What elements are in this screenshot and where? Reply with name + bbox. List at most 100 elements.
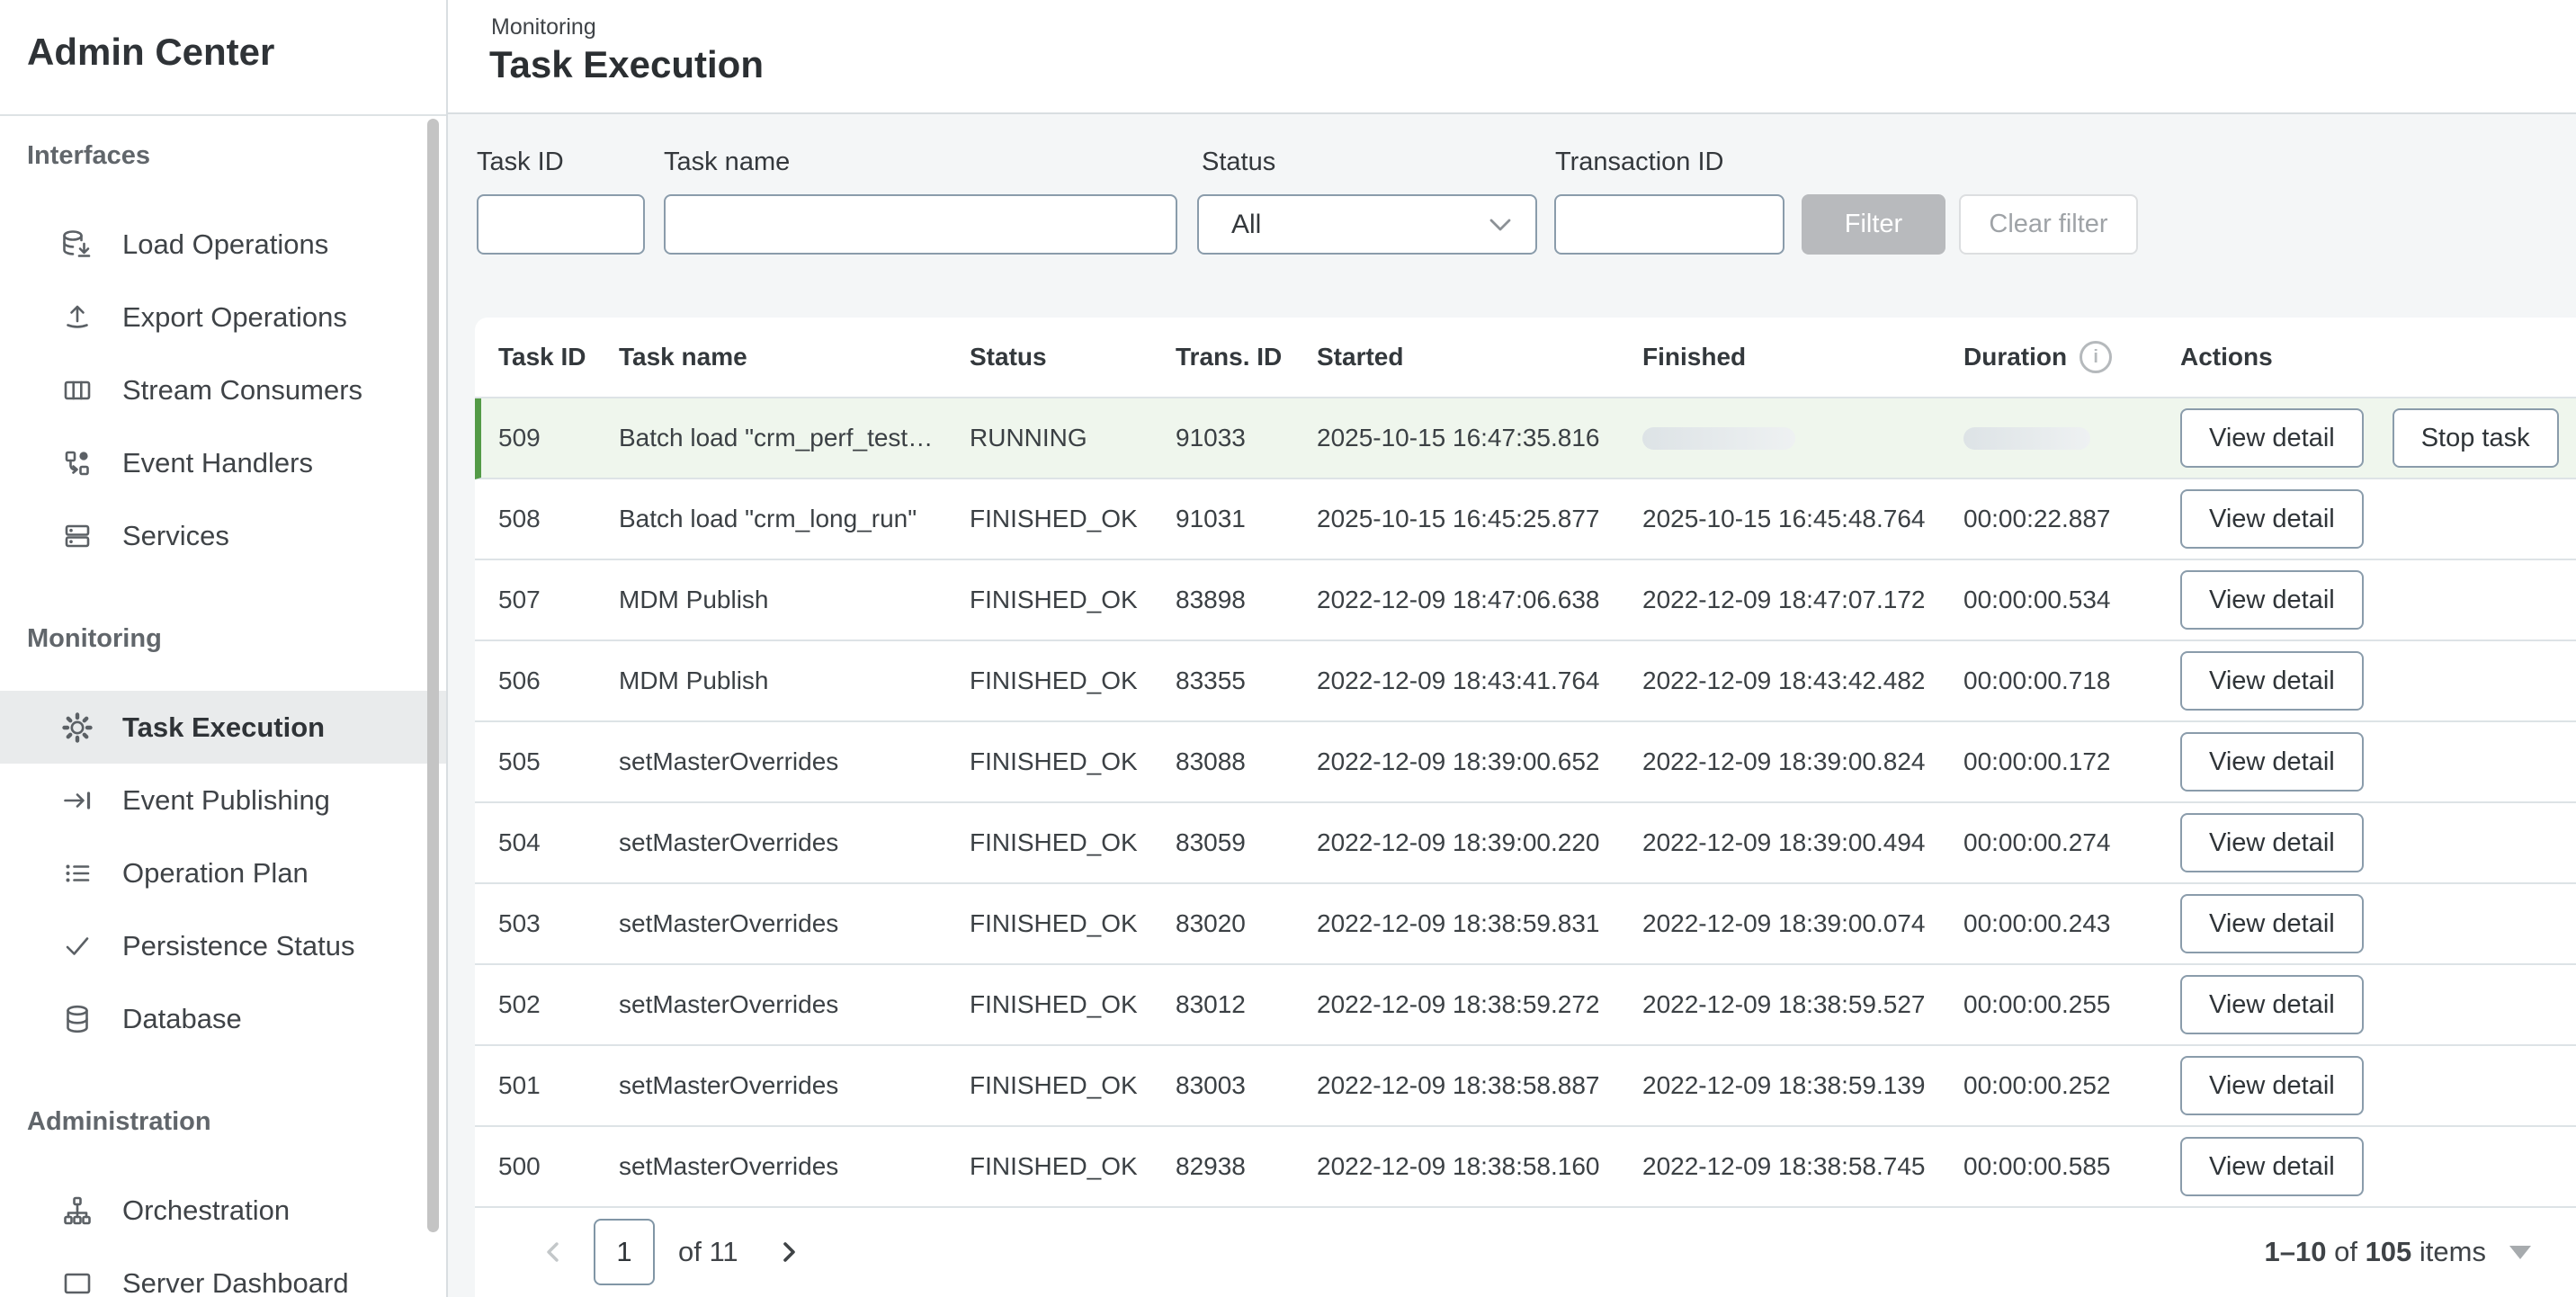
task-name-cell: Batch load "crm_long_run" (619, 505, 970, 533)
view-detail-button[interactable]: View detail (2180, 651, 2364, 711)
next-page-button[interactable] (771, 1234, 807, 1270)
info-icon[interactable]: i (2080, 341, 2112, 373)
nav-group: Monitoring Task Execution Event Publishi… (0, 622, 446, 1055)
task-id-link[interactable]: 503 (498, 909, 541, 938)
app-title: Admin Center (27, 31, 274, 74)
transaction-id-input[interactable] (1554, 194, 1784, 255)
chevron-right-icon (775, 1239, 802, 1266)
task-id-link[interactable]: 509 (498, 424, 541, 452)
table-row: 505 setMasterOverrides FINISHED_OK 83088… (475, 722, 2576, 803)
sidebar-item-export-operations[interactable]: Export Operations (0, 281, 446, 353)
finished-cell: 2022-12-09 18:38:59.139 (1642, 1071, 1963, 1100)
previous-page-button[interactable] (536, 1234, 572, 1270)
task-id-link[interactable]: 502 (498, 990, 541, 1019)
task-id-label: Task ID (477, 148, 564, 177)
sidebar-item-task-execution[interactable]: Task Execution (0, 691, 446, 764)
trans-id-cell: 83355 (1176, 666, 1317, 695)
sidebar-item-services[interactable]: Services (0, 499, 446, 572)
filter-button[interactable]: Filter (1802, 194, 1945, 255)
view-detail-button[interactable]: View detail (2180, 732, 2364, 792)
sidebar-item-event-publishing[interactable]: Event Publishing (0, 764, 446, 836)
view-detail-button[interactable]: View detail (2180, 1137, 2364, 1196)
table-row: 502 setMasterOverrides FINISHED_OK 83012… (475, 965, 2576, 1046)
col-status: Status (970, 343, 1176, 371)
started-cell: 2022-12-09 18:38:59.831 (1317, 909, 1642, 938)
nav-group: Interfaces Load Operations Export Operat… (0, 139, 446, 572)
table-row: 503 setMasterOverrides FINISHED_OK 83020… (475, 884, 2576, 965)
view-detail-button[interactable]: View detail (2180, 570, 2364, 630)
sidebar-item-label: Event Handlers (122, 447, 313, 479)
actions-cell: View detail (2180, 570, 2576, 630)
table-row: 509 Batch load "crm_perf_test… RUNNING 9… (475, 398, 2576, 479)
stream-consumers-icon (59, 372, 95, 408)
duration-cell: 00:00:00.585 (1963, 1152, 2180, 1181)
trans-id-cell: 83012 (1176, 990, 1317, 1019)
actions-cell: View detail (2180, 1056, 2576, 1115)
services-icon (59, 518, 95, 554)
view-detail-button[interactable]: View detail (2180, 489, 2364, 549)
task-id-link[interactable]: 504 (498, 828, 541, 857)
task-name-cell: setMasterOverrides (619, 909, 970, 938)
trans-id-cell: 83003 (1176, 1071, 1317, 1100)
finished-cell (1642, 427, 1963, 450)
finished-cell: 2022-12-09 18:39:00.494 (1642, 828, 1963, 857)
task-table-card: Task ID Task name Status Trans. ID Start… (475, 318, 2576, 1297)
col-task-name: Task name (619, 343, 970, 371)
table-row: 501 setMasterOverrides FINISHED_OK 83003… (475, 1046, 2576, 1127)
col-actions: Actions (2180, 343, 2576, 371)
task-id-cell: 504 (498, 828, 619, 857)
sidebar-item-persistence-status[interactable]: Persistence Status (0, 909, 446, 982)
sidebar-item-event-handlers[interactable]: Event Handlers (0, 426, 446, 499)
task-id-link[interactable]: 507 (498, 586, 541, 614)
sidebar-item-orchestration[interactable]: Orchestration (0, 1174, 446, 1247)
col-trans-id: Trans. ID (1176, 343, 1317, 371)
task-id-link[interactable]: 508 (498, 505, 541, 533)
duration-cell: 00:00:00.255 (1963, 990, 2180, 1019)
task-name-input[interactable] (664, 194, 1177, 255)
event-handlers-icon (59, 445, 95, 481)
sidebar-item-database[interactable]: Database (0, 982, 446, 1055)
task-id-link[interactable]: 500 (498, 1152, 541, 1181)
breadcrumb: Monitoring (491, 14, 596, 40)
sidebar-item-server-dashboard[interactable]: Server Dashboard (0, 1247, 446, 1297)
status-cell: FINISHED_OK (970, 666, 1176, 695)
sidebar-item-label: Load Operations (122, 228, 328, 261)
task-id-link[interactable]: 506 (498, 666, 541, 695)
task-id-link[interactable]: 505 (498, 747, 541, 776)
view-detail-button[interactable]: View detail (2180, 975, 2364, 1034)
view-detail-button[interactable]: View detail (2180, 813, 2364, 872)
actions-cell: View detail (2180, 813, 2576, 872)
nav-group: Administration Orchestration Server Dash… (0, 1105, 446, 1297)
finished-progress-skeleton (1642, 427, 1795, 450)
page-number-input[interactable]: 1 (594, 1219, 655, 1285)
task-id-cell: 509 (498, 424, 619, 452)
status-select[interactable]: All (1197, 194, 1537, 255)
finished-cell: 2022-12-09 18:39:00.074 (1642, 909, 1963, 938)
sidebar-item-operation-plan[interactable]: Operation Plan (0, 836, 446, 909)
page-title: Task Execution (489, 43, 764, 86)
view-detail-button[interactable]: View detail (2180, 894, 2364, 953)
task-name-cell: setMasterOverrides (619, 1152, 970, 1181)
view-detail-button[interactable]: View detail (2180, 408, 2364, 468)
load-operations-icon (59, 227, 95, 263)
task-id-cell: 506 (498, 666, 619, 695)
stop-task-button[interactable]: Stop task (2393, 408, 2559, 468)
items-per-page-dropdown-icon[interactable] (2509, 1246, 2531, 1259)
task-id-cell: 502 (498, 990, 619, 1019)
sidebar-item-stream-consumers[interactable]: Stream Consumers (0, 353, 446, 426)
task-id-cell: 503 (498, 909, 619, 938)
sidebar-item-label: Operation Plan (122, 857, 309, 890)
actions-cell: View detail (2180, 651, 2576, 711)
sidebar-item-label: Stream Consumers (122, 374, 362, 407)
task-id-link[interactable]: 501 (498, 1071, 541, 1100)
view-detail-button[interactable]: View detail (2180, 1056, 2364, 1115)
sidebar-scrollbar[interactable] (427, 119, 439, 1232)
sidebar-item-load-operations[interactable]: Load Operations (0, 208, 446, 281)
task-name-cell: setMasterOverrides (619, 1071, 970, 1100)
task-id-input[interactable] (477, 194, 645, 255)
table-row: 506 MDM Publish FINISHED_OK 83355 2022-1… (475, 641, 2576, 722)
sidebar-item-label: Export Operations (122, 301, 347, 334)
clear-filter-button[interactable]: Clear filter (1959, 194, 2138, 255)
duration-progress-skeleton (1963, 427, 2090, 450)
task-id-cell: 500 (498, 1152, 619, 1181)
